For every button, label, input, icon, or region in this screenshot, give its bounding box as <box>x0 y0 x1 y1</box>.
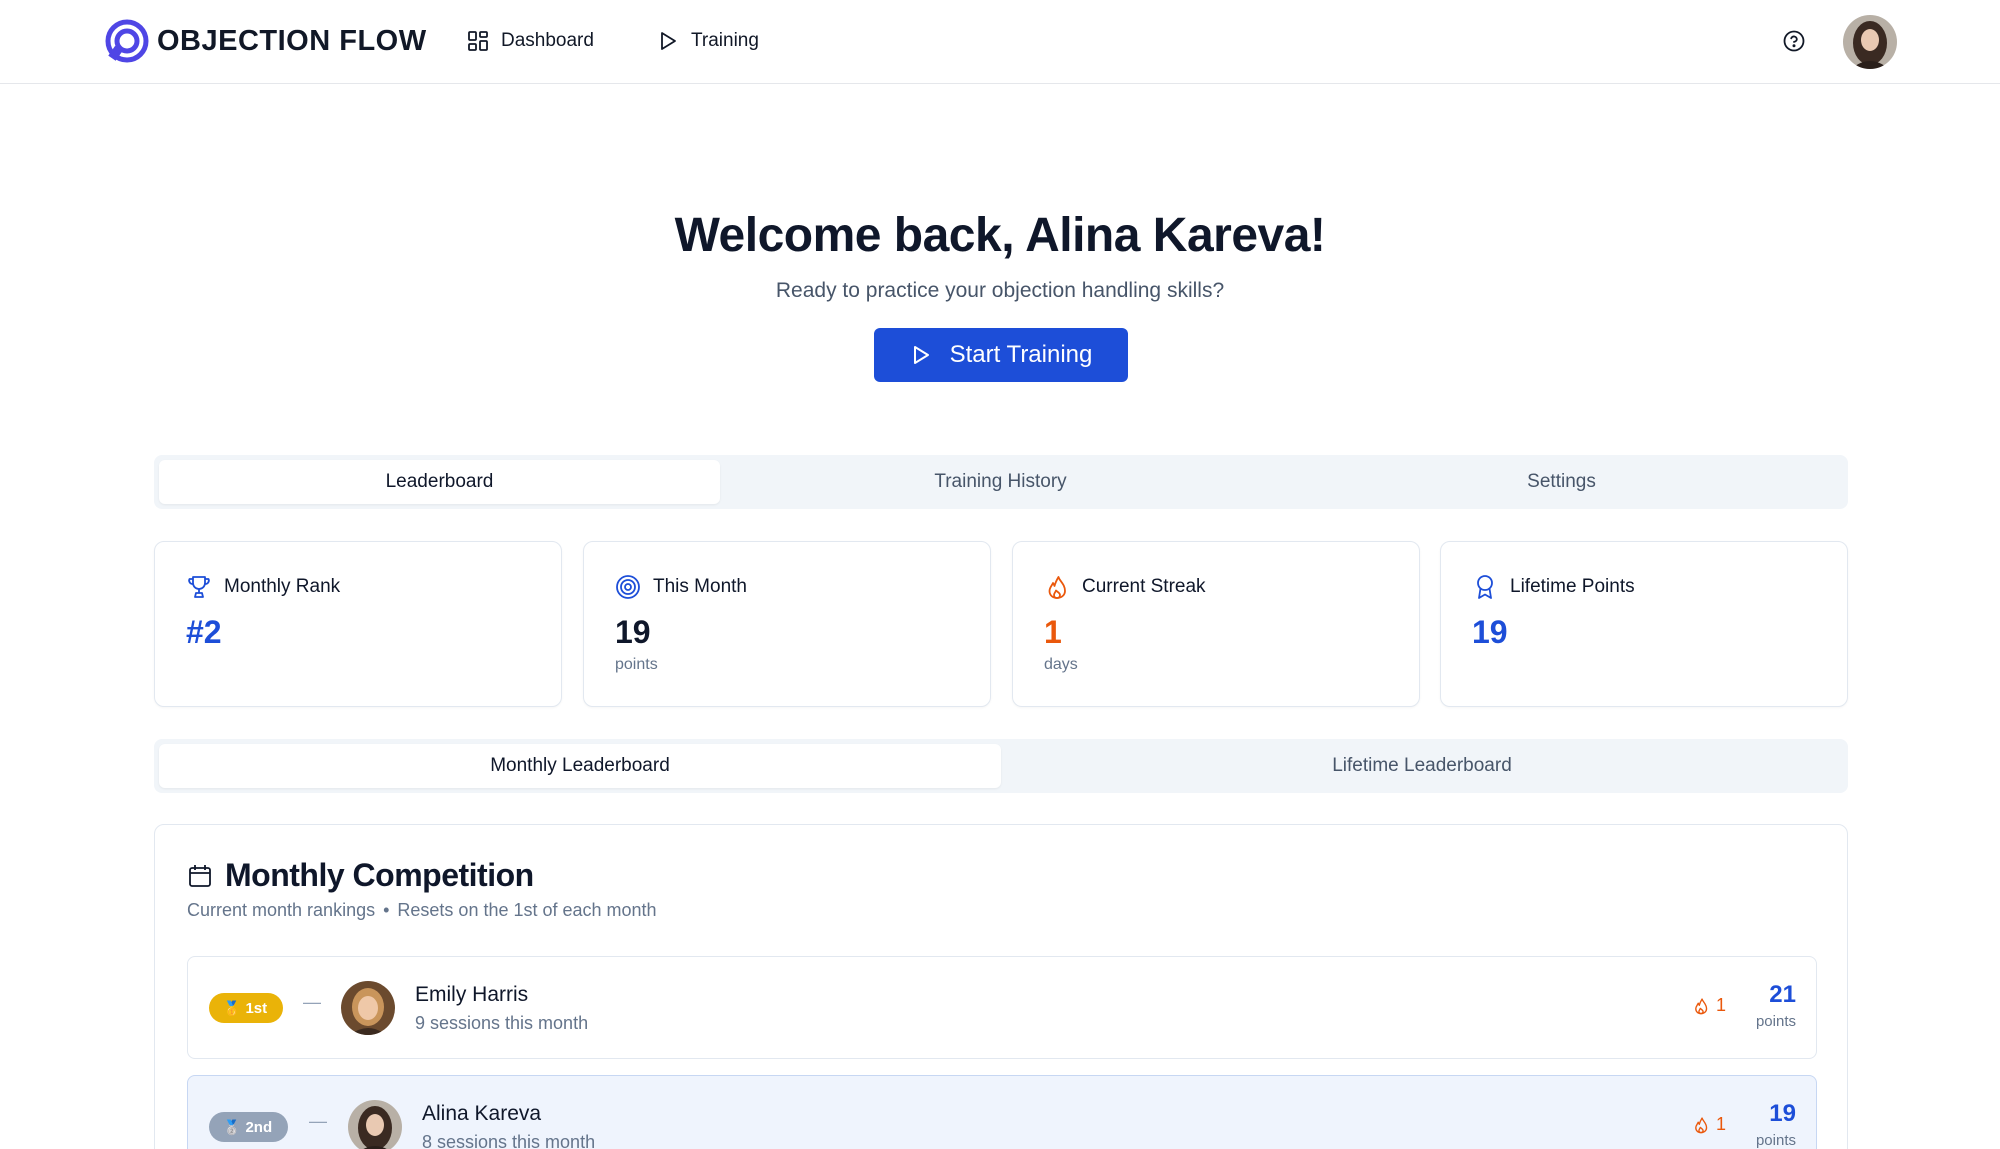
rank-trend: — <box>303 992 321 1012</box>
main-tabs: Leaderboard Training History Settings <box>154 455 1848 509</box>
nav-training-label: Training <box>691 30 759 51</box>
rank-badge: 🥈 2nd <box>209 1112 289 1142</box>
silver-medal-icon: 🥈 <box>223 1118 241 1135</box>
welcome-heading: Welcome back, Alina Kareva! <box>674 209 1326 262</box>
flame-icon <box>1695 1116 1708 1133</box>
top-navbar: OBJECTION FLOW Dashboard Training <box>0 0 2000 84</box>
stat-unit: points <box>615 656 658 673</box>
player-sessions: 9 sessions this month <box>415 1013 589 1033</box>
play-icon <box>661 32 676 50</box>
welcome-subtitle: Ready to practice your objection handlin… <box>775 279 1225 302</box>
streak-indicator: 1 <box>1692 1114 1726 1135</box>
target-icon <box>616 575 640 599</box>
rank-label: 1st <box>245 999 268 1017</box>
award-icon <box>1477 575 1493 599</box>
stat-value: 19 <box>615 614 651 650</box>
tab-leaderboard[interactable]: Leaderboard <box>159 460 720 504</box>
leaderboard-row[interactable]: 🥇 1st — Emily Harris 9 sessions this mon… <box>187 956 1817 1059</box>
stat-value: #2 <box>186 614 222 650</box>
logo-icon <box>105 19 149 63</box>
competition-subtitle: Current month rankings • Resets on the 1… <box>187 900 657 921</box>
stat-unit: days <box>1044 656 1078 673</box>
user-avatar-image <box>1843 15 1897 69</box>
stat-card-lifetime-points: Lifetime Points 19 <box>1440 541 1848 707</box>
streak-value: 1 <box>1716 995 1727 1015</box>
tab-training-history[interactable]: Training History <box>720 460 1281 504</box>
trophy-icon <box>188 576 210 598</box>
brand-name: OBJECTION FLOW <box>157 24 427 57</box>
stat-card-monthly-rank: Monthly Rank #2 <box>154 541 562 707</box>
stat-value: 19 <box>1472 614 1508 650</box>
competition-title: Monthly Competition <box>225 857 534 893</box>
avatar <box>348 1100 402 1149</box>
flame-icon <box>1048 576 1066 599</box>
tab-lifetime-leaderboard[interactable]: Lifetime Leaderboard <box>1001 744 1843 788</box>
flame-icon <box>1695 997 1708 1014</box>
help-icon[interactable] <box>1782 29 1806 53</box>
stat-label: Lifetime Points <box>1510 576 1635 597</box>
calendar-icon <box>189 864 211 887</box>
stat-card-this-month: This Month 19 points <box>583 541 991 707</box>
dashboard-grid-icon <box>468 31 488 51</box>
leaderboard-row-current-user[interactable]: 🥈 2nd — Alina Kareva 8 sessions this mon… <box>187 1075 1817 1149</box>
competition-subtitle-reset: Resets on the 1st of each month <box>397 900 657 920</box>
start-training-label: Start Training <box>949 341 1093 368</box>
stat-card-current-streak: Current Streak 1 days <box>1012 541 1420 707</box>
play-icon <box>913 346 929 364</box>
user-avatar[interactable] <box>1843 15 1897 69</box>
monthly-competition-card: Monthly Competition Current month rankin… <box>154 824 1848 1149</box>
points-block: 19 points <box>1756 1100 1796 1149</box>
points-value: 21 <box>1769 981 1796 1008</box>
rank-badge: 🥇 1st <box>209 993 284 1023</box>
points-block: 21 points <box>1756 981 1796 1030</box>
stat-label: This Month <box>653 576 747 597</box>
start-training-button[interactable]: Start Training <box>874 328 1128 382</box>
nav-training[interactable]: Training <box>657 26 759 56</box>
competition-subtitle-rankings: Current month rankings <box>187 900 376 920</box>
avatar <box>341 981 395 1035</box>
player-name: Alina Kareva <box>422 1102 542 1125</box>
nav-dashboard[interactable]: Dashboard <box>467 26 594 56</box>
subtitle-separator: • <box>383 900 390 920</box>
brand-logo[interactable]: OBJECTION FLOW <box>105 19 427 63</box>
points-label: points <box>1755 1132 1796 1149</box>
stat-label: Monthly Rank <box>224 576 341 597</box>
player-name: Emily Harris <box>415 983 529 1006</box>
player-sessions: 8 sessions this month <box>422 1132 596 1149</box>
points-value: 19 <box>1769 1100 1796 1127</box>
rank-trend: — <box>309 1111 327 1131</box>
stat-value: 1 <box>1044 614 1062 650</box>
streak-indicator: 1 <box>1692 995 1726 1016</box>
leaderboard-tabs: Monthly Leaderboard Lifetime Leaderboard <box>154 739 1848 793</box>
tab-monthly-leaderboard[interactable]: Monthly Leaderboard <box>159 744 1001 788</box>
nav-dashboard-label: Dashboard <box>501 30 594 51</box>
points-label: points <box>1755 1013 1796 1030</box>
rank-label: 2nd <box>245 1118 273 1136</box>
gold-medal-icon: 🥇 <box>223 999 241 1016</box>
stat-label: Current Streak <box>1082 576 1206 597</box>
streak-value: 1 <box>1716 1114 1727 1134</box>
tab-settings[interactable]: Settings <box>1281 460 1842 504</box>
